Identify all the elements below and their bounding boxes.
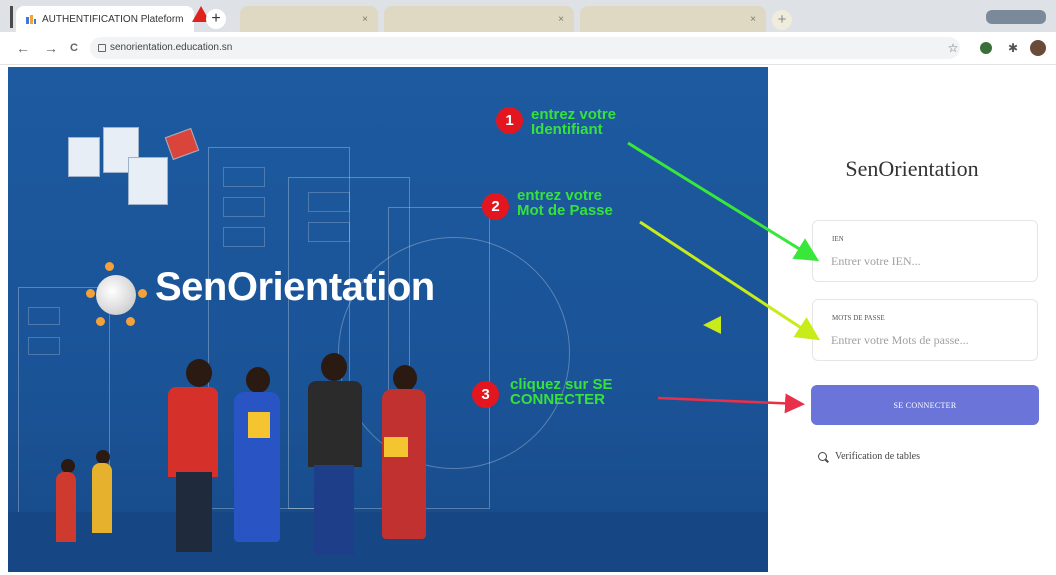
window-controls[interactable] bbox=[986, 10, 1046, 24]
password-input[interactable] bbox=[831, 330, 1021, 350]
logo-globe-icon bbox=[96, 275, 136, 315]
student-figure bbox=[168, 387, 218, 477]
student-figure bbox=[308, 381, 362, 467]
window-edge bbox=[10, 6, 13, 28]
student-head bbox=[321, 353, 347, 381]
tab-inactive[interactable]: × bbox=[580, 6, 766, 32]
favicon-icon bbox=[26, 15, 36, 24]
logo-node bbox=[138, 289, 147, 298]
close-icon[interactable]: × bbox=[558, 14, 564, 25]
student-figure bbox=[176, 472, 212, 552]
student-head bbox=[246, 367, 270, 393]
url-field[interactable]: senorientation.education.sn bbox=[90, 37, 960, 59]
new-tab-button[interactable]: + bbox=[772, 10, 792, 30]
profile-avatar[interactable] bbox=[1030, 40, 1046, 56]
verify-tables-link[interactable]: Verification de tables bbox=[818, 451, 920, 462]
book-icon bbox=[248, 412, 270, 438]
logo-node bbox=[96, 317, 105, 326]
close-icon[interactable]: × bbox=[750, 14, 756, 25]
password-field: MOTS DE PASSE bbox=[812, 299, 1038, 361]
new-tab-button[interactable]: + bbox=[206, 9, 226, 29]
annotation-text: cliquez sur SE CONNECTER bbox=[510, 376, 613, 408]
address-bar: ← → C senorientation.education.sn ☆ ✱ bbox=[0, 32, 1056, 65]
search-icon bbox=[818, 452, 827, 461]
tab-active[interactable]: AUTHENTIFICATION Plateforme Ori bbox=[16, 6, 194, 32]
annotation-text: entrez votre Identifiant bbox=[531, 106, 617, 138]
student-head bbox=[393, 365, 417, 391]
student-head bbox=[96, 450, 110, 464]
close-icon[interactable]: × bbox=[362, 14, 368, 25]
window-outline bbox=[308, 222, 350, 242]
logo-node bbox=[126, 317, 135, 326]
student-head bbox=[186, 359, 212, 387]
login-button[interactable]: SE CONNECTER bbox=[811, 385, 1039, 425]
window-outline bbox=[223, 167, 265, 187]
ien-label: IEN bbox=[832, 235, 844, 243]
logo-node bbox=[105, 262, 114, 271]
student-figure bbox=[92, 463, 112, 533]
window-outline bbox=[308, 192, 350, 212]
extension-icon[interactable] bbox=[980, 42, 992, 54]
ien-input[interactable] bbox=[831, 251, 1021, 271]
bookmark-star-icon[interactable]: ☆ bbox=[946, 41, 960, 55]
student-figure bbox=[382, 389, 426, 539]
logo-node bbox=[86, 289, 95, 298]
page-title: SenOrientation bbox=[845, 156, 979, 181]
book-icon bbox=[384, 437, 408, 457]
step-badge: 1 bbox=[496, 107, 523, 134]
login-panel: SenOrientation IEN MOTS DE PASSE SE CONN… bbox=[768, 67, 1056, 572]
tab-bar: AUTHENTIFICATION Plateforme Ori + × × × … bbox=[0, 0, 1056, 32]
student-head bbox=[61, 459, 75, 473]
annotation-text: entrez votre Mot de Passe bbox=[517, 187, 613, 219]
student-figure bbox=[314, 465, 354, 555]
ien-field: IEN bbox=[812, 220, 1038, 282]
url-text: senorientation.education.sn bbox=[110, 42, 233, 53]
laptop-icon bbox=[164, 127, 200, 161]
student-figure bbox=[56, 472, 76, 542]
window-outline bbox=[223, 197, 265, 217]
window-outline bbox=[28, 337, 60, 355]
chart-document-icon bbox=[128, 157, 168, 205]
brand-name: SenOrientation bbox=[155, 265, 435, 309]
password-label: MOTS DE PASSE bbox=[832, 314, 885, 322]
verify-link-label: Verification de tables bbox=[835, 451, 920, 462]
tab-inactive[interactable]: × bbox=[240, 6, 378, 32]
window-outline bbox=[28, 307, 60, 325]
back-button[interactable]: ← bbox=[16, 40, 30, 56]
hero-illustration: SenOrientation bbox=[8, 67, 768, 572]
step-badge: 2 bbox=[482, 193, 509, 220]
forward-button[interactable]: → bbox=[44, 40, 58, 56]
window-outline bbox=[223, 227, 265, 247]
document-icon bbox=[68, 137, 100, 177]
tab-title: AUTHENTIFICATION Plateforme Ori bbox=[42, 13, 184, 25]
lock-icon bbox=[98, 44, 106, 52]
step-badge: 3 bbox=[472, 381, 499, 408]
reload-button[interactable]: C bbox=[70, 42, 78, 54]
extensions-puzzle-icon[interactable]: ✱ bbox=[1006, 41, 1020, 55]
tab-inactive[interactable]: × bbox=[384, 6, 574, 32]
